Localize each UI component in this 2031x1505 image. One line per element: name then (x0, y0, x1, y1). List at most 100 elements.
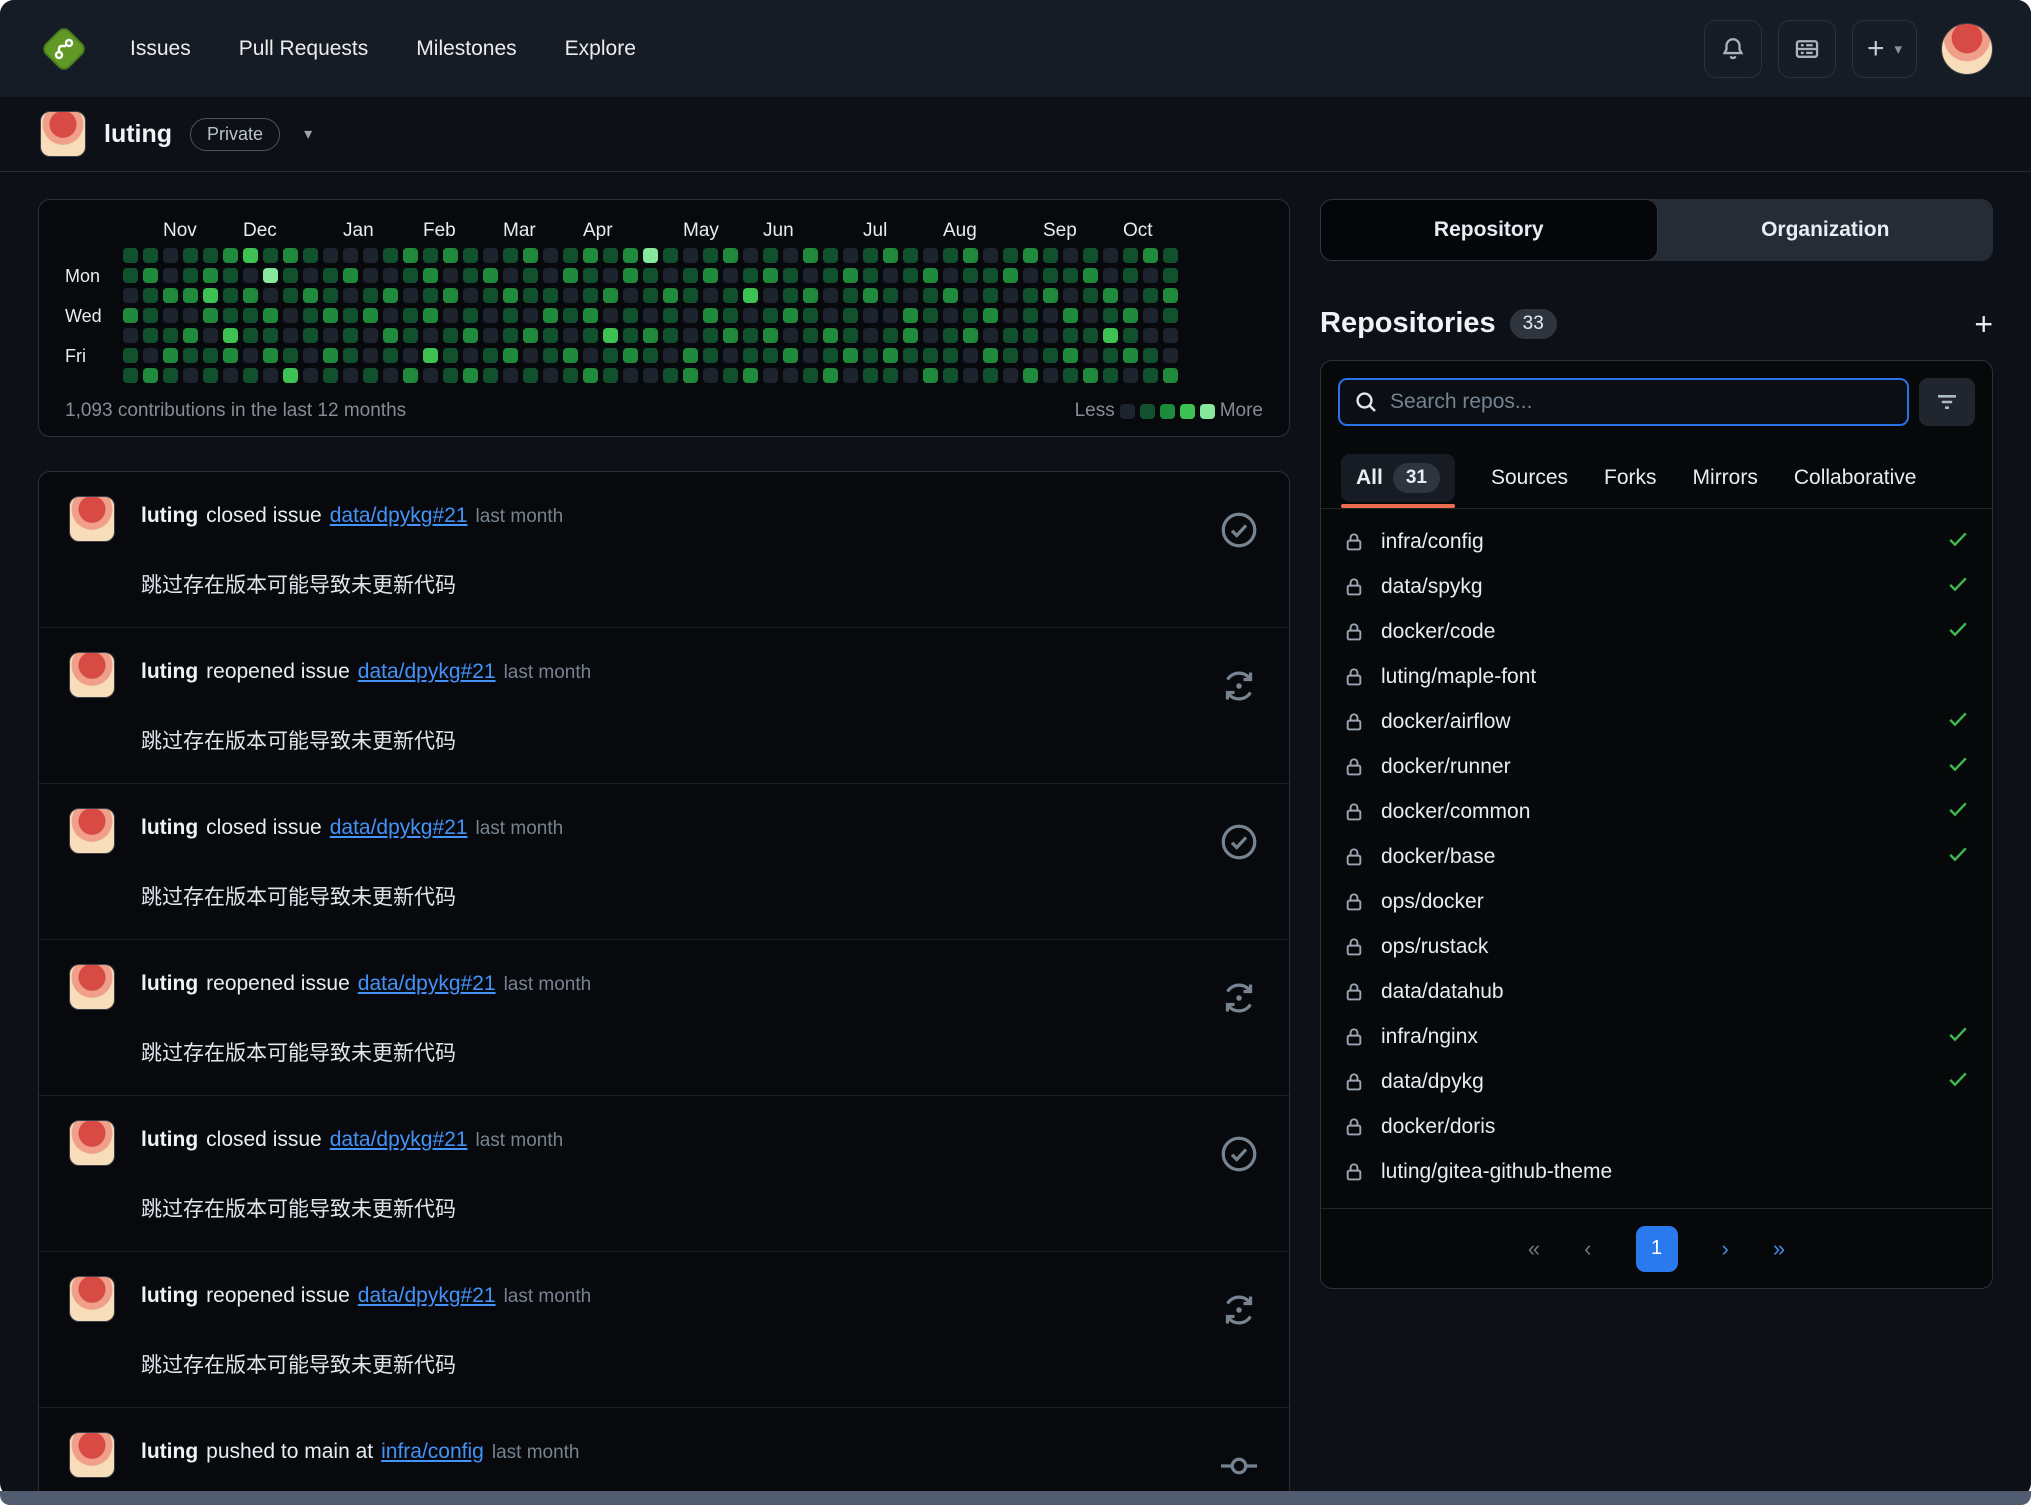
heatmap-cell (763, 308, 778, 323)
feed-target-link[interactable]: data/dpykg#21 (358, 972, 496, 995)
nav-link-explore[interactable]: Explore (565, 37, 636, 61)
repo-filter-tab-sources[interactable]: Sources (1491, 447, 1568, 508)
pagination-prev-button[interactable]: ‹ (1584, 1236, 1591, 1262)
feed-target-link[interactable]: data/dpykg#21 (330, 504, 468, 527)
feed-item: lutingclosed issuedata/dpykg#21last mont… (39, 1096, 1289, 1252)
feed-target-link[interactable]: data/dpykg#21 (358, 660, 496, 683)
heatmap-week-column (943, 248, 963, 388)
repo-name-link[interactable]: data/spykg (1381, 575, 1483, 599)
repo-name-link[interactable]: data/datahub (1381, 980, 1504, 1004)
feed-item: lutingreopened issuedata/dpykg#21last mo… (39, 940, 1289, 1096)
admin-panel-button[interactable] (1778, 20, 1836, 78)
feed-actor-name[interactable]: luting (141, 1284, 198, 1307)
repo-name-link[interactable]: luting/gitea-github-theme (1381, 1160, 1612, 1184)
heatmap-cell (963, 248, 978, 263)
feed-item: lutingreopened issuedata/dpykg#21last mo… (39, 628, 1289, 784)
notifications-button[interactable] (1704, 20, 1762, 78)
feed-target-link[interactable]: data/dpykg#21 (358, 1284, 496, 1307)
feed-actor-name[interactable]: luting (141, 1128, 198, 1151)
create-new-button[interactable]: + ▾ (1852, 20, 1917, 78)
feed-target-link[interactable]: data/dpykg#21 (330, 1128, 468, 1151)
heatmap-week-column (443, 248, 463, 388)
heatmap-cell (683, 368, 698, 383)
repo-filter-button[interactable] (1919, 378, 1975, 426)
heatmap-cell (263, 348, 278, 363)
heatmap-cell (1163, 268, 1178, 283)
gitea-logo-icon[interactable] (38, 23, 90, 75)
repo-name-link[interactable]: docker/common (1381, 800, 1530, 824)
heatmap-cell (1003, 288, 1018, 303)
feed-actor-avatar[interactable] (69, 808, 115, 854)
heatmap-week-column (383, 248, 403, 388)
heatmap-cell (363, 368, 378, 383)
pagination-page-1[interactable]: 1 (1636, 1226, 1678, 1272)
heatmap-cell (303, 348, 318, 363)
heatmap-cell (203, 368, 218, 383)
nav-link-pull-requests[interactable]: Pull Requests (239, 37, 369, 61)
heatmap-cell (223, 248, 238, 263)
heatmap-cell (1123, 368, 1138, 383)
repo-name-link[interactable]: docker/doris (1381, 1115, 1495, 1139)
repo-check-icon (1946, 707, 1970, 736)
feed-actor-name[interactable]: luting (141, 1440, 198, 1463)
profile-avatar[interactable] (40, 111, 86, 157)
heatmap-cell (803, 308, 818, 323)
feed-actor-avatar[interactable] (69, 496, 115, 542)
repo-name-link[interactable]: ops/docker (1381, 890, 1484, 914)
heatmap-cell (203, 308, 218, 323)
heatmap-cell (243, 328, 258, 343)
feed-actor-name[interactable]: luting (141, 972, 198, 995)
nav-link-issues[interactable]: Issues (130, 37, 191, 61)
pagination-first-button[interactable]: « (1528, 1236, 1540, 1262)
repo-search-input[interactable] (1390, 390, 1893, 414)
repo-filter-tab-all[interactable]: All31 (1341, 447, 1455, 508)
repo-name-link[interactable]: luting/maple-font (1381, 665, 1536, 689)
pagination-next-button[interactable]: › (1722, 1236, 1729, 1262)
profile-dropdown-caret[interactable]: ▾ (304, 124, 312, 144)
lock-icon (1343, 666, 1365, 688)
feed-item-title: lutingreopened issuedata/dpykg#21last mo… (141, 1284, 591, 1308)
feed-actor-name[interactable]: luting (141, 660, 198, 683)
repo-name-link[interactable]: docker/base (1381, 845, 1495, 869)
heatmap-cell (903, 328, 918, 343)
pagination-last-button[interactable]: » (1773, 1236, 1785, 1262)
feed-actor-avatar[interactable] (69, 1276, 115, 1322)
feed-actor-avatar[interactable] (69, 964, 115, 1010)
heatmap-cell (963, 268, 978, 283)
repo-name-link[interactable]: docker/runner (1381, 755, 1511, 779)
add-repository-button[interactable]: + (1974, 308, 1993, 340)
feed-actor-avatar[interactable] (69, 652, 115, 698)
tab-repository[interactable]: Repository (1320, 199, 1658, 261)
heatmap-cell (983, 288, 998, 303)
repo-name-link[interactable]: infra/config (1381, 530, 1484, 554)
heatmap-cell (683, 268, 698, 283)
heatmap-cell (463, 268, 478, 283)
heatmap-week-column (663, 248, 683, 388)
heatmap-cell (583, 288, 598, 303)
feed-target-link[interactable]: infra/config (381, 1440, 484, 1463)
heatmap-cell (443, 248, 458, 263)
heatmap-week-column (1083, 248, 1103, 388)
user-menu-avatar[interactable] (1941, 23, 1993, 75)
tab-organization[interactable]: Organization (1658, 199, 1994, 261)
heatmap-cell (123, 328, 138, 343)
repo-filter-tab-forks[interactable]: Forks (1604, 447, 1657, 508)
repo-name-link[interactable]: data/dpykg (1381, 1070, 1484, 1094)
repo-name-link[interactable]: ops/rustack (1381, 935, 1488, 959)
repo-filter-tab-mirrors[interactable]: Mirrors (1693, 447, 1758, 508)
feed-target-link[interactable]: data/dpykg#21 (330, 816, 468, 839)
feed-actor-name[interactable]: luting (141, 504, 198, 527)
feed-actor-avatar[interactable] (69, 1432, 115, 1478)
repo-name-link[interactable]: docker/code (1381, 620, 1495, 644)
repo-name-link[interactable]: docker/airflow (1381, 710, 1511, 734)
heatmap-cell (463, 348, 478, 363)
repo-filter-tab-collaborative[interactable]: Collaborative (1794, 447, 1917, 508)
feed-actor-name[interactable]: luting (141, 816, 198, 839)
heatmap-cell (1023, 368, 1038, 383)
feed-actor-avatar[interactable] (69, 1120, 115, 1166)
heatmap-week-column (1003, 248, 1023, 388)
nav-link-milestones[interactable]: Milestones (416, 37, 516, 61)
feed-timestamp: last month (504, 1286, 592, 1307)
repo-name-link[interactable]: infra/nginx (1381, 1025, 1478, 1049)
heatmap-cell (703, 368, 718, 383)
